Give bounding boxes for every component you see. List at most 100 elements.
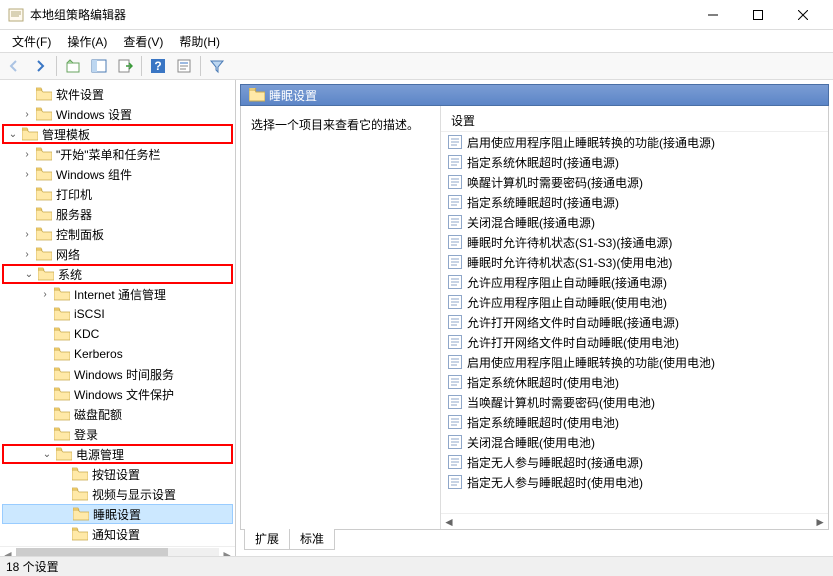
setting-item[interactable]: 允许应用程序阻止自动睡眠(使用电池) <box>441 292 828 312</box>
menu-help[interactable]: 帮助(H) <box>171 31 228 52</box>
setting-item[interactable]: 允许应用程序阻止自动睡眠(接通电源) <box>441 272 828 292</box>
folder-icon <box>249 88 265 102</box>
tree-item-label: 按钮设置 <box>90 466 140 483</box>
tree-item[interactable]: iSCSI <box>2 304 233 324</box>
setting-item[interactable]: 指定无人参与睡眠超时(接通电源) <box>441 452 828 472</box>
minimize-button[interactable] <box>690 1 735 29</box>
svg-text:?: ? <box>154 59 161 73</box>
help-button[interactable]: ? <box>146 54 170 78</box>
tree-item[interactable]: Kerberos <box>2 344 233 364</box>
tree-item[interactable]: KDC <box>2 324 233 344</box>
bottom-tabs: 扩展 标准 <box>240 530 829 552</box>
window-title: 本地组策略编辑器 <box>30 6 690 23</box>
tree-item[interactable]: 服务器 <box>2 204 233 224</box>
tree-item[interactable]: 登录 <box>2 424 233 444</box>
chevron-right-icon[interactable]: › <box>20 169 34 180</box>
tree-item-label: Internet 通信管理 <box>72 286 166 303</box>
category-title: 睡眠设置 <box>269 87 317 104</box>
tab-standard[interactable]: 标准 <box>289 529 335 550</box>
tree-item[interactable]: Windows 时间服务 <box>2 364 233 384</box>
tree-item[interactable]: 软件设置 <box>2 84 233 104</box>
setting-item[interactable]: 指定系统睡眠超时(使用电池) <box>441 412 828 432</box>
details-pane: 睡眠设置 选择一个项目来查看它的描述。 设置 启用使应用程序阻止睡眠转换的功能(… <box>236 80 833 556</box>
menu-action[interactable]: 操作(A) <box>59 31 115 52</box>
tree-item-label: Windows 组件 <box>54 166 132 183</box>
menu-view[interactable]: 查看(V) <box>115 31 171 52</box>
tree-item-label: 通知设置 <box>90 526 140 543</box>
setting-item-label: 睡眠时允许待机状态(S1-S3)(接通电源) <box>467 234 672 251</box>
tree-item[interactable]: 打印机 <box>2 184 233 204</box>
tree-item[interactable]: 磁盘配额 <box>2 404 233 424</box>
tree-item-label: iSCSI <box>72 307 105 321</box>
tree-item[interactable]: Windows 文件保护 <box>2 384 233 404</box>
tree-item-label: 电源管理 <box>74 446 124 463</box>
maximize-button[interactable] <box>735 1 780 29</box>
setting-item[interactable]: 允许打开网络文件时自动睡眠(使用电池) <box>441 332 828 352</box>
nav-back-button[interactable] <box>2 54 26 78</box>
chevron-right-icon[interactable]: › <box>20 109 34 120</box>
tree-item-label: 控制面板 <box>54 226 104 243</box>
chevron-down-icon[interactable]: ⌄ <box>22 269 36 280</box>
tree-pane[interactable]: 软件设置›Windows 设置⌄管理模板›"开始"菜单和任务栏›Windows … <box>0 80 236 556</box>
setting-item-label: 关闭混合睡眠(接通电源) <box>467 214 595 231</box>
setting-item[interactable]: 允许打开网络文件时自动睡眠(接通电源) <box>441 312 828 332</box>
chevron-right-icon[interactable]: › <box>20 229 34 240</box>
setting-item[interactable]: 睡眠时允许待机状态(S1-S3)(接通电源) <box>441 232 828 252</box>
setting-item[interactable]: 当唤醒计算机时需要密码(使用电池) <box>441 392 828 412</box>
setting-item[interactable]: 关闭混合睡眠(接通电源) <box>441 212 828 232</box>
tree-item[interactable]: › Windows 组件 <box>2 164 233 184</box>
setting-item[interactable]: 指定系统休眠超时(使用电池) <box>441 372 828 392</box>
setting-item[interactable]: 指定无人参与睡眠超时(使用电池) <box>441 472 828 492</box>
setting-item[interactable]: 指定系统睡眠超时(接通电源) <box>441 192 828 212</box>
setting-item[interactable]: 启用使应用程序阻止睡眠转换的功能(接通电源) <box>441 132 828 152</box>
close-button[interactable] <box>780 1 825 29</box>
chevron-down-icon[interactable]: ⌄ <box>6 129 20 140</box>
chevron-down-icon[interactable]: ⌄ <box>40 449 54 460</box>
setting-item[interactable]: 睡眠时允许待机状态(S1-S3)(使用电池) <box>441 252 828 272</box>
tree-item[interactable]: › Internet 通信管理 <box>2 284 233 304</box>
nav-forward-button[interactable] <box>28 54 52 78</box>
setting-item-label: 关闭混合睡眠(使用电池) <box>467 434 595 451</box>
setting-item[interactable]: 唤醒计算机时需要密码(接通电源) <box>441 172 828 192</box>
setting-item[interactable]: 启用使应用程序阻止睡眠转换的功能(使用电池) <box>441 352 828 372</box>
tree-item[interactable]: 按钮设置 <box>2 464 233 484</box>
setting-item-label: 允许应用程序阻止自动睡眠(接通电源) <box>467 274 667 291</box>
export-button[interactable] <box>113 54 137 78</box>
tree-item-label: 登录 <box>72 426 98 443</box>
chevron-right-icon[interactable]: › <box>20 149 34 160</box>
filter-button[interactable] <box>205 54 229 78</box>
tree-item[interactable]: ⌄管理模板 <box>2 124 233 144</box>
tree-item[interactable]: › Windows 设置 <box>2 104 233 124</box>
list-column-header[interactable]: 设置 <box>441 106 828 132</box>
tree-item[interactable]: 视频与显示设置 <box>2 484 233 504</box>
chevron-right-icon[interactable]: › <box>38 289 52 300</box>
menu-file[interactable]: 文件(F) <box>4 31 59 52</box>
tree-item[interactable]: ›"开始"菜单和任务栏 <box>2 144 233 164</box>
tree-hscrollbar[interactable]: ◄► <box>0 546 235 556</box>
setting-item[interactable]: 关闭混合睡眠(使用电池) <box>441 432 828 452</box>
titlebar: 本地组策略编辑器 <box>0 0 833 30</box>
setting-item-label: 启用使应用程序阻止睡眠转换的功能(接通电源) <box>467 134 715 151</box>
tree-item-label: Kerberos <box>72 347 123 361</box>
properties-button[interactable] <box>172 54 196 78</box>
tree-item-label: 服务器 <box>54 206 92 223</box>
tree-item-label: Windows 设置 <box>54 106 132 123</box>
show-hide-tree-button[interactable] <box>87 54 111 78</box>
list-hscrollbar[interactable]: ◄► <box>441 513 828 529</box>
tree-item[interactable]: ⌄系统 <box>2 264 233 284</box>
up-button[interactable] <box>61 54 85 78</box>
tree-item[interactable]: 睡眠设置 <box>2 504 233 524</box>
tree-item[interactable]: › 控制面板 <box>2 224 233 244</box>
chevron-right-icon[interactable]: › <box>20 249 34 260</box>
tree-item[interactable]: ⌄ 电源管理 <box>2 444 233 464</box>
tab-extended[interactable]: 扩展 <box>244 529 290 550</box>
tree-item-label: KDC <box>72 327 99 341</box>
tree-item[interactable]: › 网络 <box>2 244 233 264</box>
setting-item[interactable]: 指定系统休眠超时(接通电源) <box>441 152 828 172</box>
settings-list[interactable]: 启用使应用程序阻止睡眠转换的功能(接通电源)指定系统休眠超时(接通电源)唤醒计算… <box>441 132 828 513</box>
tree-item[interactable]: 通知设置 <box>2 524 233 544</box>
setting-item-label: 允许打开网络文件时自动睡眠(接通电源) <box>467 314 679 331</box>
setting-item-label: 指定无人参与睡眠超时(使用电池) <box>467 474 643 491</box>
toolbar: ? <box>0 52 833 80</box>
tree-item-label: 网络 <box>54 246 80 263</box>
